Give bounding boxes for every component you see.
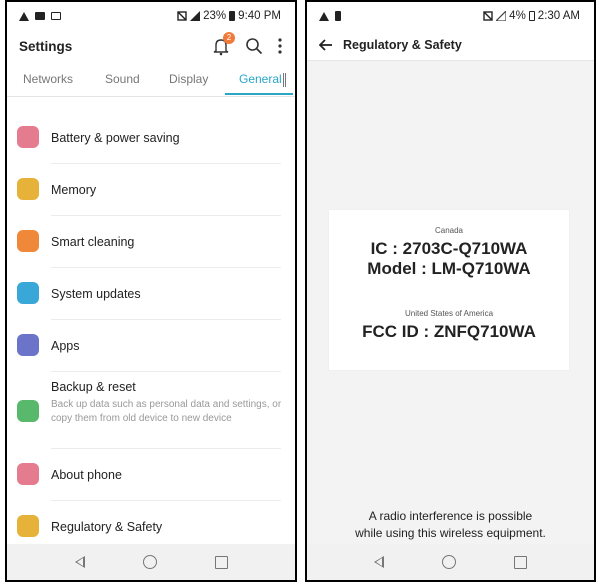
note-line-1: A radio interference is possible [368,509,533,523]
navigation-bar [7,544,295,580]
model-number: Model : LM-Q710WA [367,259,531,278]
ic-number: IC : 2703C-Q710WA [370,239,528,258]
battery-icon [229,11,236,21]
back-icon[interactable] [74,556,85,568]
backup-icon [17,400,39,422]
list-item-description: Back up data such as personal data and s… [51,399,282,424]
regulatory-label: Canada IC : 2703C-Q710WA Model : LM-Q710… [329,210,569,370]
warning-icon [319,11,329,21]
list-item-battery[interactable]: Battery & power saving [7,112,295,162]
active-tab-indicator [225,93,293,95]
signal-icon [190,11,201,21]
note-line-2: while using this wireless equipment. [355,526,546,540]
home-icon[interactable] [442,555,456,569]
clock: 9:40 PM [238,10,281,22]
list-item-backup-reset[interactable]: Backup & reset Back up data such as pers… [7,372,295,448]
list-item-label: Battery & power saving [51,131,180,145]
signal-icon [496,11,507,21]
back-arrow-icon[interactable] [319,38,333,52]
battery-percent: 4% [509,10,526,22]
about-phone-icon [17,463,39,485]
notification-badge: 2 [223,32,235,44]
list-item-memory[interactable]: Memory [7,164,295,214]
list-item-label: Backup & reset [51,380,136,394]
list-item-label: About phone [51,468,122,482]
recents-icon[interactable] [514,555,527,569]
page-title: Regulatory & Safety [343,38,462,52]
tab-general[interactable]: General [239,72,282,86]
app-bar: Regulatory & Safety [307,30,594,61]
back-icon[interactable] [374,556,384,568]
list-item-label: Apps [51,339,80,353]
settings-tabs: Networks Sound Display General [7,64,295,97]
status-bar: 4% 2:30 AM [307,2,594,30]
list-item-apps[interactable]: Apps [7,320,295,370]
interference-note: A radio interference is possible while u… [307,508,594,542]
apps-icon [17,334,39,356]
tab-scroll-indicator [283,73,286,87]
navigation-bar [307,544,594,580]
smart-cleaning-icon [17,230,39,252]
list-item-label: Smart cleaning [51,235,135,249]
home-icon[interactable] [142,555,157,569]
clock: 2:30 AM [537,10,580,22]
more-options-icon[interactable] [277,37,283,55]
usa-label: United States of America [404,309,494,318]
battery-alert-icon [335,11,341,21]
nfc-icon [177,11,187,21]
page-title: Settings [19,38,73,54]
regulatory-icon [17,515,39,537]
memory-icon [17,178,39,200]
search-icon[interactable] [245,37,263,55]
nfc-icon [483,11,493,21]
app-bar: Settings 2 [7,30,295,62]
tab-sound[interactable]: Sound [105,72,140,86]
list-item-label: Memory [51,183,97,197]
system-updates-icon [17,282,39,304]
list-item-about-phone[interactable]: About phone [7,449,295,499]
warning-icon [19,11,29,21]
battery-icon [528,11,535,21]
tab-networks[interactable]: Networks [23,72,73,86]
list-item-label: System updates [51,287,141,301]
recents-icon[interactable] [214,555,228,569]
settings-screen: 23% 9:40 PM Settings 2 Networks Sound Di… [5,0,297,582]
list-item-system-updates[interactable]: System updates [7,268,295,318]
regulatory-safety-screen: 4% 2:30 AM Regulatory & Safety Canada IC… [305,0,596,582]
fcc-id: FCC ID : ZNFQ710WA [362,322,536,341]
list-item-smart-cleaning[interactable]: Smart cleaning [7,216,295,266]
status-bar: 23% 9:40 PM [7,2,295,30]
tab-display[interactable]: Display [169,72,208,86]
list-item-label: Regulatory & Safety [51,520,163,534]
canada-label: Canada [434,226,464,235]
battery-percent: 23% [203,10,227,22]
message-icon [51,12,61,20]
notification-bell-icon[interactable]: 2 [211,32,235,56]
battery-icon [17,126,39,148]
image-icon [35,12,45,20]
